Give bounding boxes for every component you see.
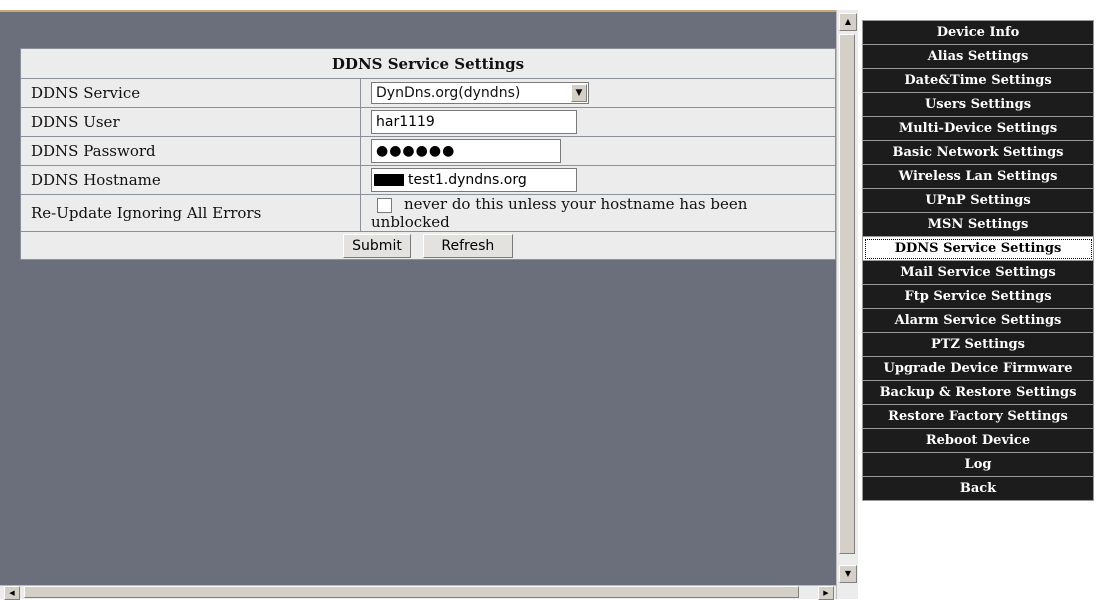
nav-item-device-info[interactable]: Device Info (862, 20, 1094, 45)
nav-item-mail-service-settings[interactable]: Mail Service Settings (862, 260, 1094, 285)
ddns-service-value-cell: DynDns.org(dyndns) ▼ (360, 78, 836, 108)
actions-cell: Submit Refresh (20, 231, 836, 260)
nav-row: Mail Service Settings (862, 260, 1094, 285)
scroll-up-arrow-icon[interactable]: ▲ (839, 13, 857, 31)
nav-row: Reboot Device (862, 428, 1094, 453)
nav-row: Users Settings (862, 92, 1094, 117)
nav-row: UPnP Settings (862, 188, 1094, 213)
ddns-service-selected-value: DynDns.org(dyndns) (376, 85, 521, 101)
ddns-settings-table: DDNS Service Settings DDNS Service DynDn… (20, 48, 836, 260)
actions-row: Submit Refresh (20, 231, 836, 260)
nav-row: Alarm Service Settings (862, 308, 1094, 333)
nav-row: Restore Factory Settings (862, 404, 1094, 429)
reupdate-label: Re-Update Ignoring All Errors (20, 194, 361, 232)
nav-item-users-settings[interactable]: Users Settings (862, 92, 1094, 117)
nav-row: Log (862, 452, 1094, 477)
nav-row: Wireless Lan Settings (862, 164, 1094, 189)
ddns-hostname-label: DDNS Hostname (20, 165, 361, 195)
vertical-scrollbar[interactable]: ▲ ▼ (836, 10, 858, 599)
settings-nav-menu: Device Info Alias Settings Date&Time Setti… (862, 20, 1094, 501)
nav-item-msn-settings[interactable]: MSN Settings (862, 212, 1094, 237)
content-pane: DDNS Service Settings DDNS Service DynDn… (0, 10, 836, 587)
ddns-password-label: DDNS Password (20, 136, 361, 166)
nav-item-backup-restore-settings[interactable]: Backup & Restore Settings (862, 380, 1094, 405)
nav-item-alarm-service-settings[interactable]: Alarm Service Settings (862, 308, 1094, 333)
scroll-left-arrow-icon[interactable]: ◀ (4, 586, 20, 600)
horizontal-scroll-thumb[interactable] (24, 586, 799, 598)
nav-item-reboot-device[interactable]: Reboot Device (862, 428, 1094, 453)
reupdate-value-cell: never do this unless your hostname has b… (360, 194, 836, 232)
nav-row: Multi-Device Settings (862, 116, 1094, 141)
nav-row: Date&Time Settings (862, 68, 1094, 93)
nav-item-log[interactable]: Log (862, 452, 1094, 477)
scroll-down-arrow-icon[interactable]: ▼ (839, 565, 857, 583)
ddns-user-value-cell (360, 107, 836, 137)
settings-nav-list: Device Info Alias Settings Date&Time Setti… (862, 20, 1094, 501)
nav-item-date-time-settings[interactable]: Date&Time Settings (862, 68, 1094, 93)
nav-item-upnp-settings[interactable]: UPnP Settings (862, 188, 1094, 213)
nav-item-multi-device-settings[interactable]: Multi-Device Settings (862, 116, 1094, 141)
nav-row: Basic Network Settings (862, 140, 1094, 165)
nav-item-basic-network-settings[interactable]: Basic Network Settings (862, 140, 1094, 165)
ddns-password-input[interactable] (371, 139, 561, 163)
ddns-user-input[interactable] (371, 110, 577, 134)
redaction-block (374, 174, 404, 186)
vertical-scroll-thumb[interactable] (839, 34, 855, 554)
chevron-down-icon[interactable]: ▼ (571, 84, 587, 102)
refresh-button[interactable]: Refresh (422, 233, 513, 258)
reupdate-note: never do this unless your hostname has b… (371, 195, 748, 231)
ddns-service-select[interactable]: DynDns.org(dyndns) ▼ (371, 82, 589, 104)
nav-item-ddns-service-settings[interactable]: DDNS Service Settings (862, 236, 1094, 261)
scroll-right-arrow-icon[interactable]: ▶ (818, 586, 834, 600)
ddns-hostname-row: DDNS Hostname (20, 165, 836, 195)
nav-row: DDNS Service Settings (862, 236, 1094, 261)
nav-item-upgrade-device-firmware[interactable]: Upgrade Device Firmware (862, 356, 1094, 381)
ddns-user-row: DDNS User (20, 107, 836, 137)
nav-row: Upgrade Device Firmware (862, 356, 1094, 381)
ddns-user-label: DDNS User (20, 107, 361, 137)
nav-row: Device Info (862, 20, 1094, 45)
nav-item-ptz-settings[interactable]: PTZ Settings (862, 332, 1094, 357)
nav-item-restore-factory-settings[interactable]: Restore Factory Settings (862, 404, 1094, 429)
ddns-service-row: DDNS Service DynDns.org(dyndns) ▼ (20, 78, 836, 108)
nav-item-alias-settings[interactable]: Alias Settings (862, 44, 1094, 69)
ddns-password-row: DDNS Password (20, 136, 836, 166)
nav-row: Backup & Restore Settings (862, 380, 1094, 405)
ddns-settings-title: DDNS Service Settings (20, 48, 836, 79)
nav-row: Ftp Service Settings (862, 284, 1094, 309)
nav-row: MSN Settings (862, 212, 1094, 237)
nav-row: Back (862, 476, 1094, 501)
horizontal-scrollbar[interactable]: ◀ ▶ (0, 585, 836, 600)
ddns-hostname-wrap (371, 168, 577, 192)
submit-button[interactable]: Submit (343, 233, 411, 258)
ddns-service-label: DDNS Service (20, 78, 361, 108)
nav-item-wireless-lan-settings[interactable]: Wireless Lan Settings (862, 164, 1094, 189)
reupdate-checkbox[interactable] (377, 197, 392, 213)
nav-item-ftp-service-settings[interactable]: Ftp Service Settings (862, 284, 1094, 309)
ddns-hostname-value-cell (360, 165, 836, 195)
ddns-password-value-cell (360, 136, 836, 166)
nav-row: PTZ Settings (862, 332, 1094, 357)
nav-item-back[interactable]: Back (862, 476, 1094, 501)
nav-row: Alias Settings (862, 44, 1094, 69)
reupdate-row: Re-Update Ignoring All Errors never do t… (20, 194, 836, 232)
